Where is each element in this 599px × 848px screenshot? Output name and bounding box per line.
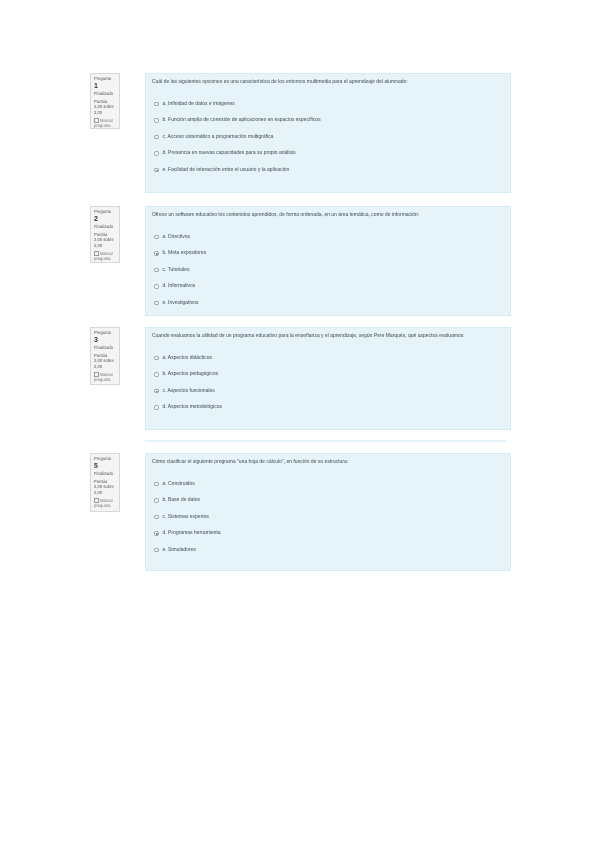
flag-question-button[interactable]: Marcar pregunta bbox=[94, 498, 116, 509]
answer-option[interactable]: c. Tutoriales bbox=[152, 262, 504, 279]
flag-question-button[interactable]: Marcar pregunta bbox=[94, 118, 116, 129]
question-number: 3 bbox=[94, 336, 98, 344]
question-number: 1 bbox=[94, 82, 98, 90]
option-label: a. Aspectos didácticos bbox=[162, 354, 212, 361]
option-label: b. Aspectos pedagógicos bbox=[162, 371, 219, 378]
radio-button-selected[interactable] bbox=[154, 251, 159, 256]
radio-button[interactable] bbox=[154, 355, 159, 360]
answer-option[interactable]: b. Función amplia de conexión de aplicac… bbox=[152, 112, 504, 129]
question-content-1: Cuál de las siguientes opciones es una c… bbox=[145, 73, 511, 193]
answer-option[interactable]: b. Base de datos bbox=[152, 492, 504, 509]
radio-button-selected[interactable] bbox=[154, 167, 159, 172]
answer-option[interactable]: a. Infinidad de datos e imágenes bbox=[152, 96, 504, 113]
answer-option[interactable]: d. Presencia en nuevas capacidades para … bbox=[152, 145, 504, 162]
radio-button[interactable] bbox=[154, 372, 159, 377]
radio-button[interactable] bbox=[154, 284, 159, 289]
option-label: d. Informativos bbox=[162, 283, 196, 290]
radio-button[interactable] bbox=[154, 498, 159, 503]
answer-option[interactable]: c. Acceso sistemático a programación mul… bbox=[152, 129, 504, 146]
option-label: b. Meta expositores bbox=[162, 250, 207, 257]
flag-icon bbox=[94, 498, 99, 504]
radio-button[interactable] bbox=[154, 481, 159, 486]
radio-button[interactable] bbox=[154, 547, 159, 552]
radio-button[interactable] bbox=[154, 118, 159, 123]
flag-question-button[interactable]: Marcar pregunta bbox=[94, 372, 116, 383]
option-label: e. Simuladores bbox=[162, 546, 196, 553]
question-grade: Puntúa 2,00 sobre 2,00 bbox=[94, 352, 114, 370]
question-text: Ofrece un software educativo los conteni… bbox=[152, 212, 420, 218]
radio-button[interactable] bbox=[154, 267, 159, 272]
question-content-5: Cómo clasificar el siguiente programa "u… bbox=[145, 453, 511, 571]
question-info-3: Pregunta 3 Finalizado Puntúa 2,00 sobre … bbox=[90, 327, 120, 385]
question-label: Pregunta bbox=[94, 456, 111, 461]
flag-icon bbox=[94, 372, 99, 378]
flag-icon bbox=[94, 251, 99, 257]
option-label: e. Facilidad de interacción entre el usu… bbox=[162, 166, 290, 173]
option-label: c. Sistemas expertos bbox=[162, 513, 209, 520]
question-info-2: Pregunta 2 Finalizado Puntúa 2,00 sobre … bbox=[90, 206, 120, 263]
question-state: Finalizado bbox=[94, 471, 114, 477]
question-label: Pregunta bbox=[94, 209, 111, 214]
question-grade: Puntúa 2,00 sobre 2,00 bbox=[94, 478, 114, 496]
flag-icon bbox=[94, 118, 99, 124]
radio-button[interactable] bbox=[154, 234, 159, 239]
answer-option[interactable]: d. Programas herramienta bbox=[152, 525, 504, 542]
option-label: d. Presencia en nuevas capacidades para … bbox=[162, 150, 296, 157]
option-label: e. Investigativos bbox=[162, 299, 199, 306]
question-info-1: Pregunta 1 Finalizado Puntúa 2,00 sobre … bbox=[90, 73, 120, 129]
radio-button[interactable] bbox=[154, 151, 159, 156]
answer-option[interactable]: c. Sistemas expertos bbox=[152, 509, 504, 526]
question-state: Finalizado bbox=[94, 91, 114, 97]
option-label: c. Tutoriales bbox=[162, 266, 190, 273]
option-label: c. Acceso sistemático a programación mul… bbox=[162, 133, 274, 140]
section-divider bbox=[145, 440, 507, 442]
radio-button-selected[interactable] bbox=[154, 531, 159, 536]
option-label: b. Función amplia de conexión de aplicac… bbox=[162, 117, 321, 124]
answer-option[interactable]: d. Informativos bbox=[152, 278, 504, 295]
question-info-5: Pregunta 5 Finalizado Puntúa 2,00 sobre … bbox=[90, 453, 120, 512]
question-state: Finalizado bbox=[94, 345, 114, 351]
flag-question-button[interactable]: Marcar pregunta bbox=[94, 251, 116, 262]
answer-option[interactable]: a. Directivos bbox=[152, 229, 504, 246]
question-state: Finalizado bbox=[94, 224, 114, 230]
question-text: Cuando evaluamos la utilidad de un progr… bbox=[152, 333, 465, 339]
question-label: Pregunta bbox=[94, 330, 111, 335]
question-number: 5 bbox=[94, 462, 98, 470]
answer-option[interactable]: c. Aspectos funcionales bbox=[152, 383, 504, 400]
answer-option[interactable]: b. Meta expositores bbox=[152, 245, 504, 262]
option-label: c. Aspectos funcionales bbox=[162, 387, 215, 394]
option-label: a. Construidos bbox=[162, 480, 195, 487]
question-content-2: Ofrece un software educativo los conteni… bbox=[145, 206, 511, 316]
option-label: d. Aspectos metodológicos bbox=[162, 404, 222, 411]
question-grade: Puntúa 2,00 sobre 2,00 bbox=[94, 98, 114, 116]
option-label: b. Base de datos bbox=[162, 497, 201, 504]
question-text: Cuál de las siguientes opciones es una c… bbox=[152, 79, 408, 85]
answer-option[interactable]: e. Investigativos bbox=[152, 295, 504, 312]
radio-button-selected[interactable] bbox=[154, 388, 159, 393]
radio-button[interactable] bbox=[154, 514, 159, 519]
answer-option[interactable]: e. Facilidad de interacción entre el usu… bbox=[152, 162, 504, 179]
option-label: a. Infinidad de datos e imágenes bbox=[162, 100, 235, 107]
answer-option[interactable]: a. Construidos bbox=[152, 476, 504, 493]
question-grade: Puntúa 2,00 sobre 2,00 bbox=[94, 231, 114, 249]
radio-button[interactable] bbox=[154, 101, 159, 106]
question-content-3: Cuando evaluamos la utilidad de un progr… bbox=[145, 327, 511, 430]
question-label: Pregunta bbox=[94, 76, 111, 81]
question-text: Cómo clasificar el siguiente programa "u… bbox=[152, 459, 349, 465]
answer-option[interactable]: b. Aspectos pedagógicos bbox=[152, 366, 504, 383]
answer-option[interactable]: a. Aspectos didácticos bbox=[152, 350, 504, 367]
radio-button[interactable] bbox=[154, 405, 159, 410]
radio-button[interactable] bbox=[154, 134, 159, 139]
option-label: a. Directivos bbox=[162, 233, 191, 240]
answer-option[interactable]: e. Simuladores bbox=[152, 542, 504, 559]
radio-button[interactable] bbox=[154, 300, 159, 305]
question-number: 2 bbox=[94, 215, 98, 223]
answer-option[interactable]: d. Aspectos metodológicos bbox=[152, 399, 504, 416]
option-label: d. Programas herramienta bbox=[162, 530, 221, 537]
